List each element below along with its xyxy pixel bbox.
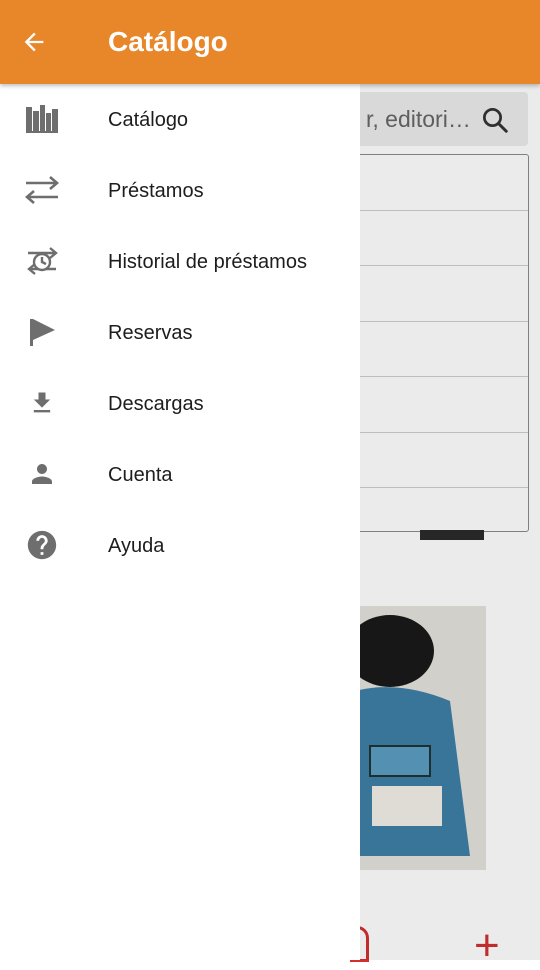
download-icon xyxy=(22,385,62,421)
help-icon xyxy=(22,527,62,563)
drawer-item-label: Descargas xyxy=(108,393,204,415)
drawer-item-label: Préstamos xyxy=(108,180,204,202)
drawer-item-reservas[interactable]: Reservas xyxy=(0,297,360,368)
drawer-item-label: Cuenta xyxy=(108,464,173,486)
history-icon xyxy=(22,243,62,279)
page-title: Catálogo xyxy=(108,26,228,57)
drawer-item-label: Historial de préstamos xyxy=(108,251,307,273)
arrow-back-icon[interactable] xyxy=(12,20,56,64)
drawer-item-prestamos[interactable]: Préstamos xyxy=(0,155,360,226)
drawer-item-cuenta[interactable]: Cuenta xyxy=(0,439,360,510)
navigation-drawer: Catálogo Préstamos Historial de préstamo… xyxy=(0,84,360,960)
library-icon xyxy=(22,101,62,137)
person-icon xyxy=(22,456,62,492)
swap-arrows-icon xyxy=(22,172,62,208)
drawer-item-label: Catálogo xyxy=(108,109,189,131)
drawer-item-ayuda[interactable]: Ayuda xyxy=(0,510,360,581)
drawer-item-label: Reservas xyxy=(108,322,193,344)
drawer-item-catalogo[interactable]: Catálogo xyxy=(0,84,360,155)
flag-icon xyxy=(22,314,62,350)
drawer-item-label: Ayuda xyxy=(108,535,165,557)
app-bar: Catálogo xyxy=(0,0,540,84)
drawer-item-historial[interactable]: Historial de préstamos xyxy=(0,226,360,297)
drawer-item-descargas[interactable]: Descargas xyxy=(0,368,360,439)
